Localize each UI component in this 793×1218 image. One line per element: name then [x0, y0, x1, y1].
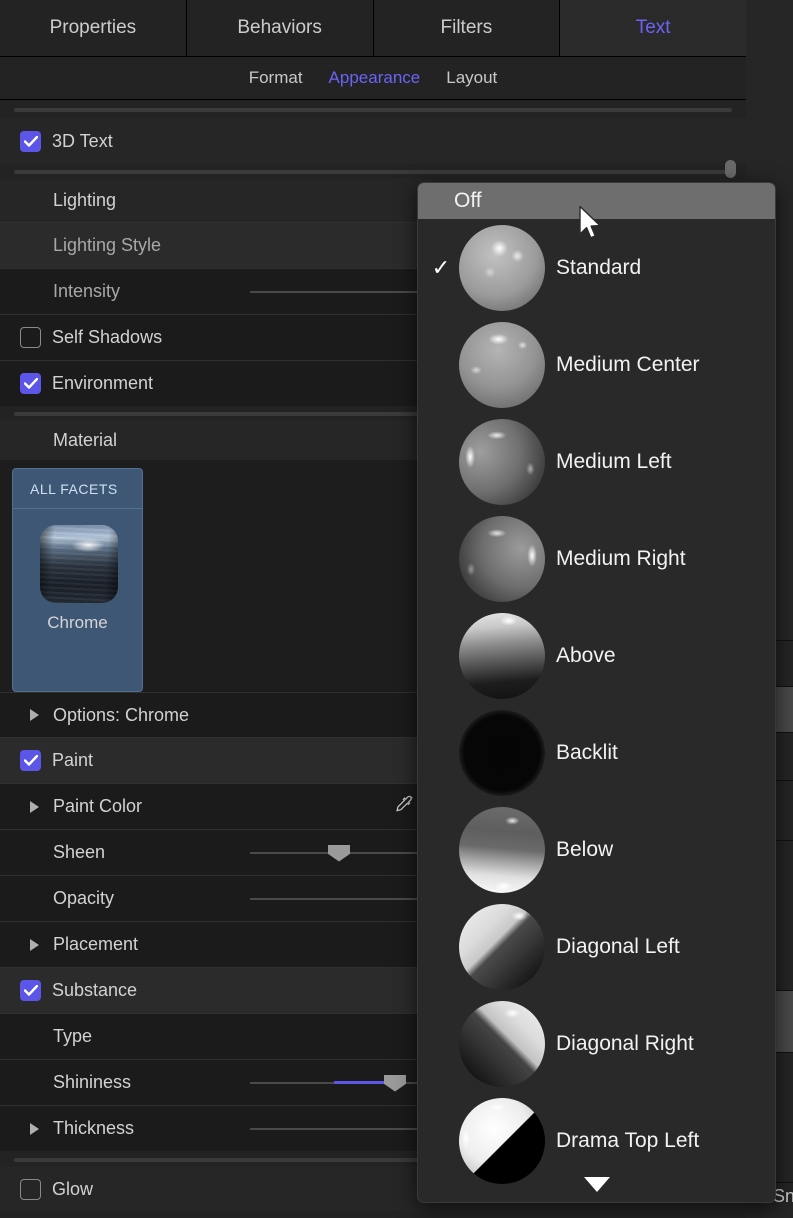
menu-item-label: Drama Top Left: [556, 1129, 699, 1153]
material-facets-label: ALL FACETS: [13, 469, 142, 509]
menu-item-label: Diagonal Right: [556, 1032, 694, 1056]
menu-item-label: Medium Center: [556, 353, 700, 377]
disclosure-triangle-icon[interactable]: [30, 939, 39, 951]
sphere-thumbnail-standard: [459, 225, 545, 311]
menu-item-above[interactable]: Above: [418, 607, 775, 704]
tab-label: Properties: [50, 17, 137, 39]
eyedropper-icon[interactable]: [392, 792, 416, 821]
tab-text[interactable]: Text: [560, 0, 746, 56]
tab-filters[interactable]: Filters: [374, 0, 561, 56]
text-subtab-bar: Format Appearance Layout: [0, 57, 746, 100]
mouse-cursor: [578, 205, 604, 248]
subtab-appearance[interactable]: Appearance: [329, 68, 421, 88]
label-substance: Substance: [52, 980, 137, 1001]
label-placement: Placement: [53, 934, 138, 955]
subtab-format[interactable]: Format: [249, 68, 303, 88]
checkbox-paint[interactable]: [20, 750, 41, 771]
menu-item-drama-top-left[interactable]: Drama Top Left: [418, 1092, 775, 1189]
subtab-label: Appearance: [329, 68, 421, 87]
row-3d-text[interactable]: 3D Text: [0, 118, 746, 164]
label-sheen: Sheen: [53, 842, 105, 863]
menu-item-label: Diagonal Left: [556, 935, 680, 959]
label-glow: Glow: [52, 1179, 93, 1200]
label-shininess: Shininess: [53, 1072, 131, 1093]
menu-item-diagonal-right[interactable]: Diagonal Right: [418, 995, 775, 1092]
sphere-thumbnail-medium-right: [459, 516, 545, 602]
sphere-thumbnail-medium-center: [459, 322, 545, 408]
label-paint: Paint: [52, 750, 93, 771]
subtab-label: Layout: [446, 68, 497, 87]
menu-scroll-down-arrow[interactable]: [418, 1177, 775, 1192]
menu-item-label: Backlit: [556, 741, 618, 765]
tab-behaviors[interactable]: Behaviors: [187, 0, 374, 56]
label-material: Material: [53, 430, 117, 451]
sphere-thumbnail-diagonal-right: [459, 1001, 545, 1087]
facets-text: ALL FACETS: [30, 481, 118, 497]
label-intensity: Intensity: [53, 281, 120, 302]
panel-scrollbar-thumb[interactable]: [725, 160, 736, 178]
material-name: Chrome: [13, 613, 142, 633]
label-lighting-style: Lighting Style: [53, 235, 161, 256]
menu-item-label: Above: [556, 644, 616, 668]
checkbox-glow[interactable]: [20, 1179, 41, 1200]
sphere-thumbnail-below: [459, 807, 545, 893]
menu-item-label: Medium Right: [556, 547, 686, 571]
section-separator: [14, 170, 732, 174]
subtab-label: Format: [249, 68, 303, 87]
tab-label: Text: [636, 17, 671, 39]
menu-item-diagonal-left[interactable]: Diagonal Left: [418, 898, 775, 995]
label-thickness: Thickness: [53, 1118, 134, 1139]
slider-thumb[interactable]: [384, 1075, 406, 1092]
tab-label: Filters: [441, 17, 493, 39]
label-type: Type: [53, 1026, 92, 1047]
menu-item-below[interactable]: Below: [418, 801, 775, 898]
inspector-tab-bar: Properties Behaviors Filters Text: [0, 0, 746, 57]
sphere-thumbnail-above: [459, 613, 545, 699]
menu-item-label: Below: [556, 838, 613, 862]
section-separator: [14, 108, 732, 112]
menu-item-medium-center[interactable]: Medium Center: [418, 316, 775, 413]
menu-item-label: Off: [454, 189, 482, 213]
background-text-fragment: Sn: [773, 1186, 793, 1207]
menu-item-label: Standard: [556, 256, 641, 280]
motion-text-inspector-window: ⌕ ✎ m Sn Properties Behaviors Filters Te…: [0, 0, 793, 1218]
checkbox-environment[interactable]: [20, 373, 41, 394]
checkbox-self-shadows[interactable]: [20, 327, 41, 348]
subtab-layout[interactable]: Layout: [446, 68, 497, 88]
menu-item-label: Medium Left: [556, 450, 672, 474]
disclosure-triangle-icon[interactable]: [30, 1123, 39, 1135]
checkbox-substance[interactable]: [20, 980, 41, 1001]
disclosure-triangle-icon[interactable]: [30, 801, 39, 813]
menu-item-medium-left[interactable]: Medium Left: [418, 413, 775, 510]
label-lighting: Lighting: [53, 190, 116, 211]
label-opacity: Opacity: [53, 888, 114, 909]
label-paint-color: Paint Color: [53, 796, 142, 817]
label-3d-text: 3D Text: [52, 131, 113, 152]
menu-item-backlit[interactable]: Backlit: [418, 704, 775, 801]
disclosure-triangle-icon[interactable]: [30, 709, 39, 721]
material-card-chrome[interactable]: ALL FACETS Chrome: [12, 468, 143, 692]
material-thumbnail-chrome: [40, 525, 118, 603]
slider-thumb[interactable]: [328, 845, 350, 862]
checkbox-3d-text[interactable]: [20, 131, 41, 152]
label-environment: Environment: [52, 373, 153, 394]
tab-label: Behaviors: [237, 17, 322, 39]
menu-item-medium-right[interactable]: Medium Right: [418, 510, 775, 607]
lighting-style-dropdown-menu: Off ✓ Standard Medium Center Medium Left…: [417, 182, 776, 1203]
label-options-chrome: Options: Chrome: [53, 705, 189, 726]
sphere-thumbnail-backlit: [459, 710, 545, 796]
checkmark-icon: ✓: [430, 257, 452, 279]
sphere-thumbnail-diagonal-left: [459, 904, 545, 990]
tab-properties[interactable]: Properties: [0, 0, 187, 56]
sphere-thumbnail-drama-top-left: [459, 1098, 545, 1184]
sphere-thumbnail-medium-left: [459, 419, 545, 505]
label-self-shadows: Self Shadows: [52, 327, 162, 348]
